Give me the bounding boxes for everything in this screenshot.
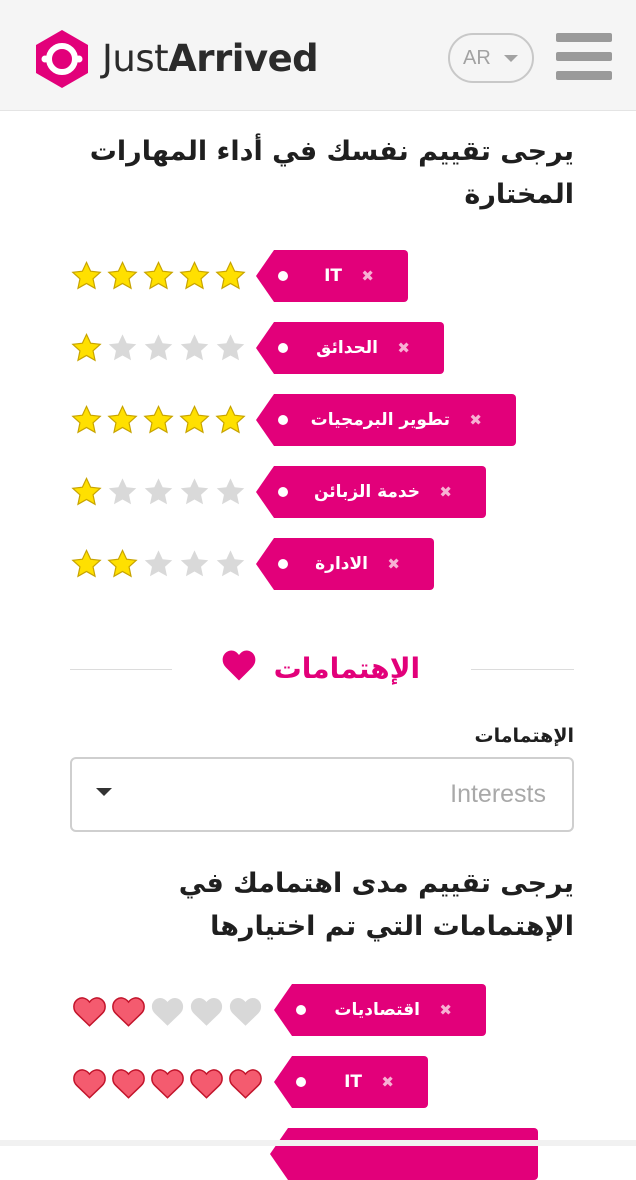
star-empty-icon[interactable]: [214, 476, 247, 508]
star-filled-icon[interactable]: [106, 548, 139, 580]
interests-section-title: الإهتمامات: [200, 648, 440, 690]
interest-tag[interactable]: ✖ اقتصاديات: [274, 984, 486, 1036]
skill-tag-label: تطوير البرمجيات: [310, 410, 450, 430]
skills-rating-heading: يرجى تقييم نفسك في أداء المهارات المختار…: [89, 136, 574, 210]
heart-icon: [222, 650, 256, 681]
star-filled-icon[interactable]: [70, 404, 103, 436]
skill-tag[interactable]: ✖ خدمة الزبائن: [256, 466, 486, 518]
heart-filled-icon[interactable]: [227, 1067, 264, 1100]
hamburger-icon-bar: [556, 52, 612, 61]
skill-star-rating[interactable]: [70, 404, 250, 438]
heart-empty-icon[interactable]: [227, 995, 264, 1028]
skill-star-rating[interactable]: [70, 260, 250, 294]
app-header: JustArrived AR: [0, 0, 636, 111]
language-value: AR: [463, 47, 491, 69]
tag-hole-dot: [296, 1077, 306, 1087]
skill-star-rating[interactable]: [70, 476, 250, 510]
interests-field-label: الإهتمامات: [474, 725, 574, 747]
star-filled-icon[interactable]: [70, 548, 103, 580]
skill-star-rating[interactable]: [70, 332, 250, 366]
heart-filled-icon[interactable]: [71, 1067, 108, 1100]
remove-tag-icon[interactable]: ✖: [397, 322, 410, 374]
skill-tag[interactable]: ✖ الحدائق: [256, 322, 444, 374]
logo-text-bold: Arrived: [168, 37, 319, 80]
interest-tag-label: IT: [344, 1072, 362, 1092]
heart-empty-icon[interactable]: [188, 995, 225, 1028]
remove-tag-icon[interactable]: ✖: [439, 984, 452, 1036]
heart-filled-icon[interactable]: [149, 1067, 186, 1100]
tag-hole-dot: [296, 1005, 306, 1015]
skill-tag-label: IT: [324, 266, 342, 286]
heart-filled-icon[interactable]: [110, 1067, 147, 1100]
tag-hole-dot: [278, 559, 288, 569]
section-divider-left: [70, 669, 172, 670]
star-filled-icon[interactable]: [142, 404, 175, 436]
star-empty-icon[interactable]: [178, 548, 211, 580]
tag-hole-dot: [278, 415, 288, 425]
skill-star-rating[interactable]: [70, 548, 250, 582]
menu-button[interactable]: [556, 33, 612, 81]
star-filled-icon[interactable]: [214, 404, 247, 436]
language-select[interactable]: AR: [448, 33, 534, 83]
remove-tag-icon[interactable]: ✖: [361, 250, 374, 302]
skill-tag[interactable]: ✖ الادارة: [256, 538, 434, 590]
star-empty-icon[interactable]: [142, 548, 175, 580]
interests-select[interactable]: Interests: [70, 757, 574, 832]
tag-hole-dot: [278, 271, 288, 281]
star-empty-icon[interactable]: [214, 332, 247, 364]
star-filled-icon[interactable]: [106, 260, 139, 292]
star-empty-icon[interactable]: [178, 332, 211, 364]
logo-icon[interactable]: [32, 28, 92, 90]
star-empty-icon[interactable]: [142, 476, 175, 508]
caret-down-icon: [504, 55, 518, 62]
section-divider-right: [471, 669, 574, 670]
skill-tag-label: الادارة: [315, 554, 368, 574]
interest-heart-rating[interactable]: [71, 995, 266, 1029]
heart-filled-icon[interactable]: [188, 1067, 225, 1100]
skill-tag[interactable]: ✖ تطوير البرمجيات: [256, 394, 516, 446]
logo-wordmark[interactable]: JustArrived: [102, 36, 319, 82]
remove-tag-icon[interactable]: ✖: [439, 466, 452, 518]
star-filled-icon[interactable]: [142, 260, 175, 292]
caret-down-icon: [96, 788, 112, 796]
page-bottom-edge: [0, 1140, 636, 1146]
heart-empty-icon[interactable]: [149, 995, 186, 1028]
heart-filled-icon[interactable]: [71, 995, 108, 1028]
heart-filled-icon[interactable]: [110, 995, 147, 1028]
star-filled-icon[interactable]: [214, 260, 247, 292]
logo-text-regular: Just: [102, 37, 169, 80]
interest-heart-rating[interactable]: [71, 1067, 266, 1101]
star-filled-icon[interactable]: [178, 404, 211, 436]
hamburger-icon-bar: [556, 71, 612, 80]
star-filled-icon[interactable]: [106, 404, 139, 436]
interest-tag[interactable]: ✖ IT: [274, 1056, 428, 1108]
star-empty-icon[interactable]: [142, 332, 175, 364]
star-filled-icon[interactable]: [70, 332, 103, 364]
interests-select-placeholder: Interests: [450, 780, 546, 808]
star-empty-icon[interactable]: [178, 476, 211, 508]
star-filled-icon[interactable]: [70, 476, 103, 508]
tag-hole-dot: [278, 487, 288, 497]
interest-tag-label: اقتصاديات: [334, 1000, 420, 1020]
star-empty-icon[interactable]: [106, 476, 139, 508]
remove-tag-icon[interactable]: ✖: [381, 1056, 394, 1108]
interests-section-title-text: الإهتمامات: [273, 652, 421, 685]
star-filled-icon[interactable]: [178, 260, 211, 292]
tag-hole-dot: [278, 343, 288, 353]
star-filled-icon[interactable]: [70, 260, 103, 292]
hamburger-icon-bar: [556, 33, 612, 42]
skill-tag[interactable]: ✖ IT: [256, 250, 408, 302]
star-empty-icon[interactable]: [214, 548, 247, 580]
star-empty-icon[interactable]: [106, 332, 139, 364]
skill-tag-label: خدمة الزبائن: [313, 482, 420, 502]
skill-tag-label: الحدائق: [316, 338, 378, 358]
interest-tag-partial[interactable]: [270, 1128, 538, 1180]
interests-rating-heading: يرجى تقييم مدى اهتمامك في الإهتمامات الت…: [178, 868, 574, 942]
remove-tag-icon[interactable]: ✖: [387, 538, 400, 590]
remove-tag-icon[interactable]: ✖: [469, 394, 482, 446]
